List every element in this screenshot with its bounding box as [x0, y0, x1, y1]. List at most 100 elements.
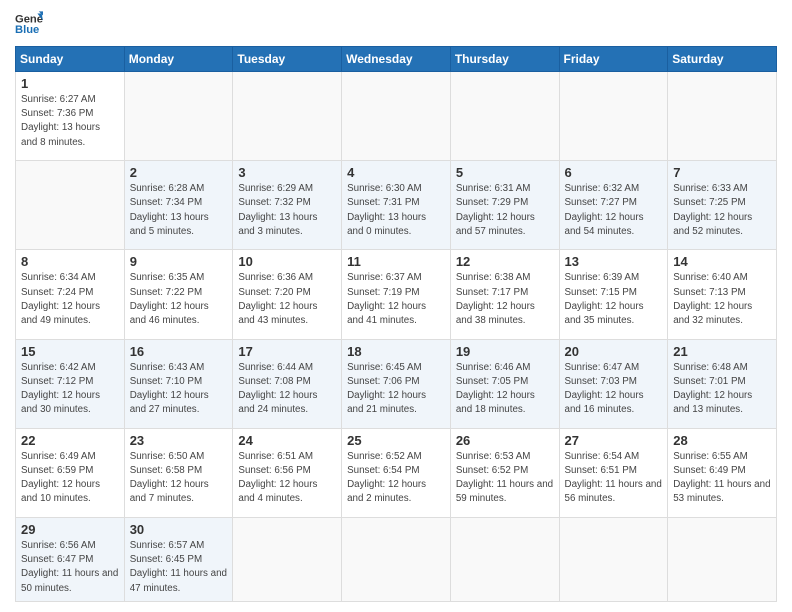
day-number: 8 [21, 254, 119, 269]
calendar-cell: 20 Sunrise: 6:47 AM Sunset: 7:03 PM Dayl… [559, 339, 668, 428]
day-info: Sunrise: 6:44 AM Sunset: 7:08 PM Dayligh… [238, 361, 336, 418]
day-number: 26 [456, 433, 554, 448]
calendar-cell [450, 518, 559, 602]
day-info: Sunrise: 6:49 AM Sunset: 6:59 PM Dayligh… [21, 450, 119, 507]
calendar-cell: 10 Sunrise: 6:36 AM Sunset: 7:20 PM Dayl… [233, 250, 342, 339]
day-number: 13 [565, 254, 663, 269]
day-number: 6 [565, 165, 663, 180]
svg-text:Blue: Blue [15, 24, 39, 36]
calendar-table: SundayMondayTuesdayWednesdayThursdayFrid… [15, 46, 777, 602]
day-number: 19 [456, 344, 554, 359]
day-header-tuesday: Tuesday [233, 47, 342, 72]
page: General Blue SundayMondayTuesdayWednesda… [0, 0, 792, 612]
calendar-cell [559, 72, 668, 161]
day-number: 30 [130, 522, 228, 537]
day-info: Sunrise: 6:29 AM Sunset: 7:32 PM Dayligh… [238, 182, 336, 239]
day-info: Sunrise: 6:51 AM Sunset: 6:56 PM Dayligh… [238, 450, 336, 507]
calendar-cell: 18 Sunrise: 6:45 AM Sunset: 7:06 PM Dayl… [342, 339, 451, 428]
day-number: 23 [130, 433, 228, 448]
day-info: Sunrise: 6:27 AM Sunset: 7:36 PM Dayligh… [21, 93, 119, 150]
day-number: 29 [21, 522, 119, 537]
calendar-cell: 28 Sunrise: 6:55 AM Sunset: 6:49 PM Dayl… [668, 428, 777, 517]
day-info: Sunrise: 6:38 AM Sunset: 7:17 PM Dayligh… [456, 271, 554, 328]
day-number: 16 [130, 344, 228, 359]
calendar-cell: 19 Sunrise: 6:46 AM Sunset: 7:05 PM Dayl… [450, 339, 559, 428]
header: General Blue [15, 10, 777, 38]
calendar-cell [233, 518, 342, 602]
day-info: Sunrise: 6:37 AM Sunset: 7:19 PM Dayligh… [347, 271, 445, 328]
day-header-friday: Friday [559, 47, 668, 72]
calendar-cell: 1 Sunrise: 6:27 AM Sunset: 7:36 PM Dayli… [16, 72, 125, 161]
day-info: Sunrise: 6:50 AM Sunset: 6:58 PM Dayligh… [130, 450, 228, 507]
day-info: Sunrise: 6:55 AM Sunset: 6:49 PM Dayligh… [673, 450, 771, 507]
day-number: 11 [347, 254, 445, 269]
day-number: 20 [565, 344, 663, 359]
calendar-cell: 8 Sunrise: 6:34 AM Sunset: 7:24 PM Dayli… [16, 250, 125, 339]
calendar-cell: 21 Sunrise: 6:48 AM Sunset: 7:01 PM Dayl… [668, 339, 777, 428]
calendar-cell [668, 518, 777, 602]
calendar-cell: 14 Sunrise: 6:40 AM Sunset: 7:13 PM Dayl… [668, 250, 777, 339]
day-number: 2 [130, 165, 228, 180]
day-number: 14 [673, 254, 771, 269]
day-header-saturday: Saturday [668, 47, 777, 72]
calendar-header-row: SundayMondayTuesdayWednesdayThursdayFrid… [16, 47, 777, 72]
calendar-cell: 3 Sunrise: 6:29 AM Sunset: 7:32 PM Dayli… [233, 161, 342, 250]
day-info: Sunrise: 6:34 AM Sunset: 7:24 PM Dayligh… [21, 271, 119, 328]
day-number: 1 [21, 76, 119, 91]
day-number: 9 [130, 254, 228, 269]
calendar-cell: 30 Sunrise: 6:57 AM Sunset: 6:45 PM Dayl… [124, 518, 233, 602]
calendar-cell [16, 161, 125, 250]
day-info: Sunrise: 6:31 AM Sunset: 7:29 PM Dayligh… [456, 182, 554, 239]
calendar-cell: 27 Sunrise: 6:54 AM Sunset: 6:51 PM Dayl… [559, 428, 668, 517]
calendar-cell: 29 Sunrise: 6:56 AM Sunset: 6:47 PM Dayl… [16, 518, 125, 602]
day-header-sunday: Sunday [16, 47, 125, 72]
calendar-cell [450, 72, 559, 161]
calendar-cell [124, 72, 233, 161]
day-number: 22 [21, 433, 119, 448]
calendar-cell: 23 Sunrise: 6:50 AM Sunset: 6:58 PM Dayl… [124, 428, 233, 517]
day-info: Sunrise: 6:57 AM Sunset: 6:45 PM Dayligh… [130, 539, 228, 596]
day-info: Sunrise: 6:28 AM Sunset: 7:34 PM Dayligh… [130, 182, 228, 239]
calendar-cell: 12 Sunrise: 6:38 AM Sunset: 7:17 PM Dayl… [450, 250, 559, 339]
calendar-cell: 22 Sunrise: 6:49 AM Sunset: 6:59 PM Dayl… [16, 428, 125, 517]
day-info: Sunrise: 6:45 AM Sunset: 7:06 PM Dayligh… [347, 361, 445, 418]
day-info: Sunrise: 6:52 AM Sunset: 6:54 PM Dayligh… [347, 450, 445, 507]
day-info: Sunrise: 6:48 AM Sunset: 7:01 PM Dayligh… [673, 361, 771, 418]
day-number: 12 [456, 254, 554, 269]
day-number: 3 [238, 165, 336, 180]
calendar-cell: 25 Sunrise: 6:52 AM Sunset: 6:54 PM Dayl… [342, 428, 451, 517]
calendar-cell [668, 72, 777, 161]
day-info: Sunrise: 6:33 AM Sunset: 7:25 PM Dayligh… [673, 182, 771, 239]
calendar-cell: 4 Sunrise: 6:30 AM Sunset: 7:31 PM Dayli… [342, 161, 451, 250]
day-number: 24 [238, 433, 336, 448]
calendar-cell [559, 518, 668, 602]
day-header-wednesday: Wednesday [342, 47, 451, 72]
calendar-cell: 16 Sunrise: 6:43 AM Sunset: 7:10 PM Dayl… [124, 339, 233, 428]
day-info: Sunrise: 6:32 AM Sunset: 7:27 PM Dayligh… [565, 182, 663, 239]
calendar-cell [342, 518, 451, 602]
day-info: Sunrise: 6:43 AM Sunset: 7:10 PM Dayligh… [130, 361, 228, 418]
day-number: 10 [238, 254, 336, 269]
day-number: 7 [673, 165, 771, 180]
day-number: 25 [347, 433, 445, 448]
day-header-monday: Monday [124, 47, 233, 72]
calendar-cell: 5 Sunrise: 6:31 AM Sunset: 7:29 PM Dayli… [450, 161, 559, 250]
calendar-cell: 6 Sunrise: 6:32 AM Sunset: 7:27 PM Dayli… [559, 161, 668, 250]
calendar-cell [342, 72, 451, 161]
calendar-cell: 2 Sunrise: 6:28 AM Sunset: 7:34 PM Dayli… [124, 161, 233, 250]
calendar-cell: 11 Sunrise: 6:37 AM Sunset: 7:19 PM Dayl… [342, 250, 451, 339]
calendar-cell: 26 Sunrise: 6:53 AM Sunset: 6:52 PM Dayl… [450, 428, 559, 517]
calendar-cell [233, 72, 342, 161]
day-number: 15 [21, 344, 119, 359]
day-number: 27 [565, 433, 663, 448]
calendar-cell: 7 Sunrise: 6:33 AM Sunset: 7:25 PM Dayli… [668, 161, 777, 250]
day-number: 18 [347, 344, 445, 359]
day-info: Sunrise: 6:53 AM Sunset: 6:52 PM Dayligh… [456, 450, 554, 507]
day-info: Sunrise: 6:42 AM Sunset: 7:12 PM Dayligh… [21, 361, 119, 418]
calendar-cell: 13 Sunrise: 6:39 AM Sunset: 7:15 PM Dayl… [559, 250, 668, 339]
day-info: Sunrise: 6:47 AM Sunset: 7:03 PM Dayligh… [565, 361, 663, 418]
day-header-thursday: Thursday [450, 47, 559, 72]
logo: General Blue [15, 10, 47, 38]
day-info: Sunrise: 6:54 AM Sunset: 6:51 PM Dayligh… [565, 450, 663, 507]
calendar-cell: 24 Sunrise: 6:51 AM Sunset: 6:56 PM Dayl… [233, 428, 342, 517]
